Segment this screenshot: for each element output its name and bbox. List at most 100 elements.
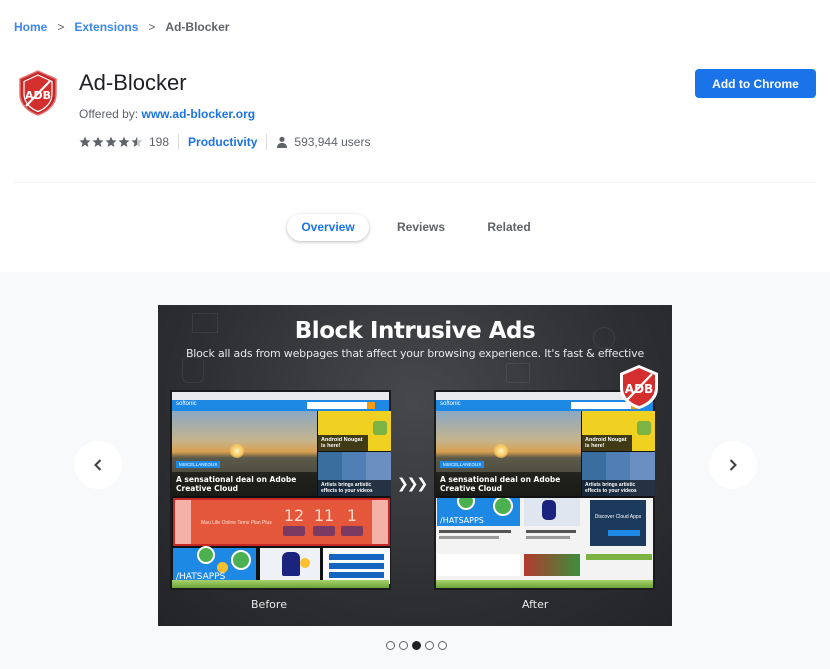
whatsapp-logo xyxy=(493,498,513,516)
rating-count[interactable]: 198 xyxy=(149,135,169,149)
side-story: Android Nougat is here! xyxy=(318,411,391,451)
user-icon xyxy=(277,136,288,148)
android-graphic xyxy=(637,421,651,435)
text-line xyxy=(439,536,499,539)
whatsapp-logo xyxy=(231,550,251,570)
offered-by: Offered by: www.ad-blocker.org xyxy=(79,107,255,121)
blank-tile xyxy=(437,554,520,576)
site-search-button xyxy=(367,402,375,409)
whatsapp-logo xyxy=(197,546,215,564)
whatsapp-logo xyxy=(457,498,475,510)
os-taskbar xyxy=(436,580,653,588)
decorative-shield-icon xyxy=(182,357,204,383)
star-full-icon xyxy=(105,136,117,147)
svg-text:ADB: ADB xyxy=(25,89,51,102)
breadcrumb: Home > Extensions > Ad-Blocker xyxy=(14,20,229,34)
ad-button xyxy=(608,530,640,536)
content-tiles: /HATSAPPS xyxy=(172,546,390,584)
site-logo: softonic xyxy=(440,401,461,407)
pagination-dot[interactable] xyxy=(438,641,447,650)
hero-caption: A sensational deal on Adobe Creative Clo… xyxy=(172,472,317,496)
countdown-label xyxy=(313,526,335,536)
hero-image: MISCELLANEOUS A sensational deal on Adob… xyxy=(436,411,581,496)
intrusive-ad-banner: Mau Life Online Tems Plan Plus 12 11 1 xyxy=(173,498,390,546)
star-full-icon xyxy=(92,136,104,147)
pagination-dot[interactable] xyxy=(425,641,434,650)
gallery-prev-button[interactable] xyxy=(74,441,122,489)
countdown-value: 12 xyxy=(283,506,305,525)
countdown-digit: 12 xyxy=(283,506,305,536)
side-caption: Artists brings artistic effects to your … xyxy=(318,480,391,496)
before-label: Before xyxy=(251,598,287,611)
countdown-value: 11 xyxy=(313,506,335,525)
side-caption: Android Nougat is here! xyxy=(318,435,368,451)
cartoon-figure xyxy=(282,552,300,576)
tab-bar: Overview Reviews Related xyxy=(0,214,830,242)
whatsapp-tile: /HATSAPPS xyxy=(173,546,256,584)
pagination-dot[interactable] xyxy=(386,641,395,650)
ad-text: Discover Cloud Apps xyxy=(594,514,642,520)
tile-label: /HATSAPPS xyxy=(440,516,484,525)
pagination-dot[interactable] xyxy=(412,641,421,650)
extension-title: Ad-Blocker xyxy=(79,70,187,95)
side-caption: Android Nougat is here! xyxy=(582,435,632,451)
list-row xyxy=(329,563,384,569)
gallery-slide: Block Intrusive Ads Block all ads from w… xyxy=(158,305,672,626)
whatsapp-tile: /HATSAPPS xyxy=(437,498,520,526)
breadcrumb-separator: > xyxy=(148,20,156,34)
gallery-next-button[interactable] xyxy=(709,441,757,489)
sunset-graphic xyxy=(494,444,508,458)
cartoon-fire xyxy=(300,558,310,568)
add-to-chrome-button[interactable]: Add to Chrome xyxy=(695,69,816,98)
screenshot-gallery: Block Intrusive Ads Block all ads from w… xyxy=(0,272,830,669)
decorative-warning-icon xyxy=(506,363,530,383)
tab-related[interactable]: Related xyxy=(475,214,543,241)
sunset-graphic xyxy=(230,444,244,458)
star-full-icon xyxy=(79,136,91,147)
tab-reviews[interactable]: Reviews xyxy=(385,214,457,241)
breadcrumb-separator: > xyxy=(57,20,65,34)
hero-tag: MISCELLANEOUS xyxy=(176,461,221,468)
side-story: Android Nougat is here! xyxy=(582,411,655,451)
os-taskbar xyxy=(172,580,389,588)
pagination-dot[interactable] xyxy=(399,641,408,650)
star-half-icon xyxy=(131,136,143,147)
extension-meta: 198 Productivity 593,944 users xyxy=(79,134,370,150)
breadcrumb-current: Ad-Blocker xyxy=(165,20,230,34)
browser-toolbar xyxy=(172,392,389,400)
text-line xyxy=(526,530,576,533)
breadcrumb-extensions[interactable]: Extensions xyxy=(74,20,138,34)
category-link[interactable]: Productivity xyxy=(188,135,257,149)
after-label: After xyxy=(522,598,549,611)
tab-overview[interactable]: Overview xyxy=(287,214,369,241)
slide-title: Block Intrusive Ads xyxy=(294,318,536,344)
list-row xyxy=(329,554,384,560)
picture-tile xyxy=(524,554,580,576)
android-graphic xyxy=(373,421,387,435)
rating-stars[interactable] xyxy=(79,136,143,148)
ad-edge xyxy=(372,500,388,544)
countdown-value: 1 xyxy=(346,506,358,525)
text-line xyxy=(526,536,570,539)
extension-header: Home > Extensions > Ad-Blocker ADB Ad-Bl… xyxy=(0,0,830,272)
countdown-label xyxy=(341,526,363,536)
breadcrumb-home[interactable]: Home xyxy=(14,20,47,34)
divider xyxy=(178,134,180,150)
content-grid: /HATSAPPS Discover Cloud Apps xyxy=(436,498,653,584)
adb-badge-icon: ADB xyxy=(620,365,658,409)
side-story: Artists brings artistic effects to your … xyxy=(582,452,655,496)
header-divider xyxy=(14,182,816,183)
hero-caption: A sensational deal on Adobe Creative Clo… xyxy=(436,472,581,496)
slide-subtitle: Block all ads from webpages that affect … xyxy=(185,347,645,360)
site-nav: softonic xyxy=(172,400,389,411)
user-count: 593,944 users xyxy=(294,135,371,149)
gallery-pagination xyxy=(386,641,447,650)
ad-text: Mau Life Online Tems Plan Plus xyxy=(201,520,272,526)
side-story: Artists brings artistic effects to your … xyxy=(318,452,391,496)
list-row xyxy=(329,572,384,578)
countdown-digit: 1 xyxy=(341,506,363,536)
adb-shield-icon: ADB xyxy=(19,70,57,116)
cartoon-tile xyxy=(260,548,320,584)
text-line xyxy=(439,530,511,533)
offered-by-link[interactable]: www.ad-blocker.org xyxy=(142,107,256,121)
